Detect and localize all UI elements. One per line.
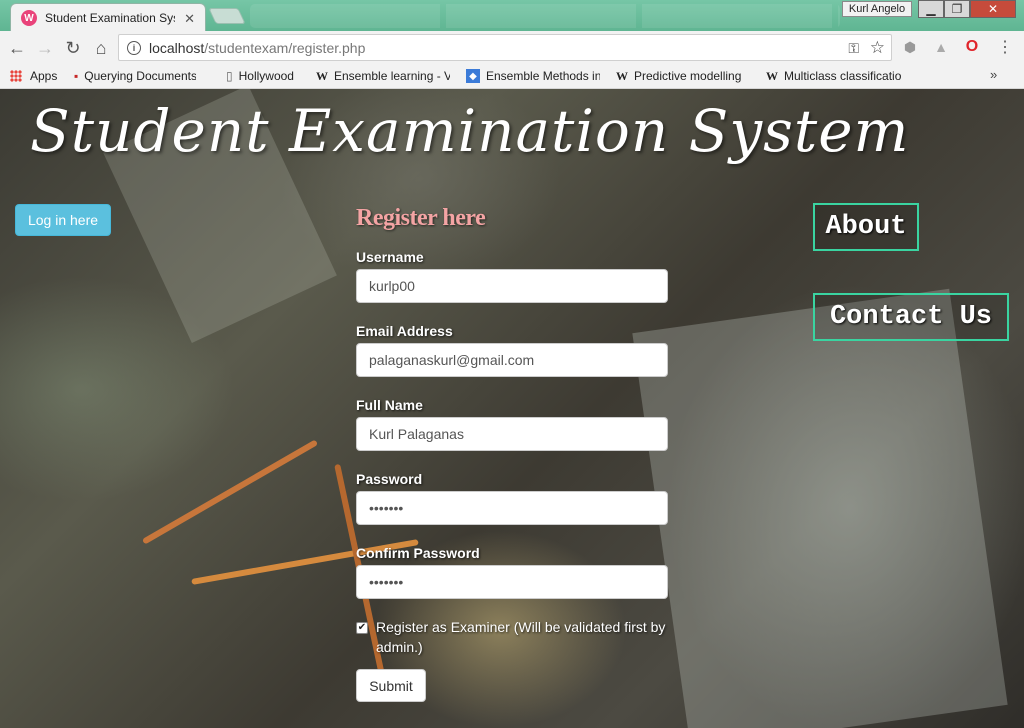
bookmarks-bar: Apps ▪ Querying Documents ▯ Hollywood W …	[0, 64, 1024, 89]
bookmark-star-icon[interactable]: ☆	[870, 38, 885, 58]
bookmark-ensemble-learning[interactable]: W Ensemble learning - V	[316, 68, 450, 84]
site-title: Student Examination System	[30, 97, 910, 165]
bookmark-label: Ensemble learning - V	[334, 69, 450, 83]
confirm-password-field-group: Confirm Password •••••••	[356, 545, 668, 599]
bookmark-label: Predictive modelling	[634, 69, 742, 83]
bookmark-ensemble-methods[interactable]: ◆ Ensemble Methods in	[466, 68, 600, 84]
wikipedia-icon: W	[616, 68, 628, 83]
tab-favicon-icon: W	[21, 10, 37, 26]
background-decor	[141, 439, 319, 545]
background-decor	[632, 288, 1008, 728]
submit-button[interactable]: Submit	[356, 669, 426, 702]
opera-icon[interactable]: O	[963, 38, 981, 56]
register-form: Register here Username kurlp00 Email Add…	[356, 205, 668, 702]
home-icon[interactable]: ⌂	[89, 36, 113, 60]
drive-icon[interactable]: ▲	[932, 38, 950, 56]
info-icon[interactable]: i	[127, 40, 141, 55]
fullname-field-group: Full Name Kurl Palaganas	[356, 397, 668, 451]
tab-close-icon[interactable]: ✕	[184, 11, 195, 27]
nav-contact-us[interactable]: Contact Us	[813, 293, 1009, 341]
browser-titlebar: W Student Examination Sys ✕ Kurl Angelo …	[0, 0, 1024, 32]
email-field-group: Email Address palaganaskurl@gmail.com	[356, 323, 668, 377]
key-icon[interactable]: ⚿	[848, 40, 859, 57]
bookmark-label: Querying Documents	[84, 69, 197, 83]
bookmark-multiclass[interactable]: W Multiclass classificatio	[766, 68, 922, 84]
bookmark-predictive-modelling[interactable]: W Predictive modelling	[616, 68, 741, 84]
bookmarks-overflow-icon[interactable]: »	[990, 67, 997, 82]
url-path: /studentexam/register.php	[204, 39, 366, 56]
username-label: Username	[356, 249, 424, 265]
wikipedia-icon: W	[316, 68, 328, 83]
menu-dots-icon[interactable]: ⋮	[996, 38, 1014, 56]
wikipedia-icon: W	[766, 68, 778, 83]
background-tabs	[250, 4, 840, 28]
bookmark-label: Apps	[30, 69, 58, 83]
email-label: Email Address	[356, 323, 453, 339]
apps-icon	[10, 70, 22, 82]
url-text: localhost/studentexam/register.php	[149, 40, 365, 56]
bookmark-label: Ensemble Methods in	[486, 69, 600, 83]
examiner-checkbox[interactable]: ✔	[356, 622, 368, 634]
confirm-password-input[interactable]: •••••••	[356, 565, 668, 599]
close-window-icon[interactable]: ✕	[970, 0, 1016, 18]
examiner-option: ✔ Register as Examiner (Will be validate…	[356, 617, 668, 657]
fullname-input[interactable]: Kurl Palaganas	[356, 417, 668, 451]
login-button[interactable]: Log in here	[15, 204, 111, 236]
bookmark-hollywood[interactable]: ▯ Hollywood	[226, 68, 294, 84]
nav-about[interactable]: About	[813, 203, 919, 251]
back-arrow-icon[interactable]: ←	[5, 36, 29, 60]
username-field-group: Username kurlp00	[356, 249, 668, 303]
address-bar[interactable]: i localhost/studentexam/register.php ⚿ ☆	[118, 34, 892, 61]
maximize-icon[interactable]: ❐	[944, 0, 970, 18]
bookmark-querying-documents[interactable]: ▪ Querying Documents	[74, 68, 196, 84]
profile-name[interactable]: Kurl Angelo	[842, 1, 912, 17]
form-title: Register here	[356, 205, 486, 231]
password-label: Password	[356, 471, 423, 487]
password-field-group: Password •••••••	[356, 471, 668, 525]
active-tab[interactable]: W Student Examination Sys ✕	[10, 3, 206, 32]
extension-cube-icon[interactable]: ⬢	[901, 38, 919, 56]
minimize-icon[interactable]: ▁	[918, 0, 944, 18]
bookmark-label: Multiclass classificatio	[784, 69, 902, 83]
page-background: Student Examination System Log in here A…	[0, 89, 1024, 728]
forward-arrow-icon[interactable]: →	[33, 36, 57, 60]
reload-icon[interactable]: ↻	[61, 36, 85, 60]
examiner-label: Register as Examiner (Will be validated …	[376, 619, 666, 655]
bookmark-apps[interactable]: Apps	[10, 68, 57, 84]
blue-diamond-icon: ◆	[466, 69, 480, 83]
username-input[interactable]: kurlp00	[356, 269, 668, 303]
bookmark-label: Hollywood	[238, 69, 294, 83]
red-square-icon: ▪	[74, 69, 79, 83]
email-input[interactable]: palaganaskurl@gmail.com	[356, 343, 668, 377]
url-host: localhost	[149, 39, 205, 56]
new-tab-button[interactable]	[208, 8, 246, 24]
tab-title: Student Examination Sys	[45, 11, 175, 25]
password-input[interactable]: •••••••	[356, 491, 668, 525]
confirm-password-label: Confirm Password	[356, 545, 480, 561]
page-icon: ▯	[226, 69, 233, 83]
browser-toolbar: ← → ↻ ⌂ i localhost/studentexam/register…	[0, 31, 1024, 64]
fullname-label: Full Name	[356, 397, 423, 413]
